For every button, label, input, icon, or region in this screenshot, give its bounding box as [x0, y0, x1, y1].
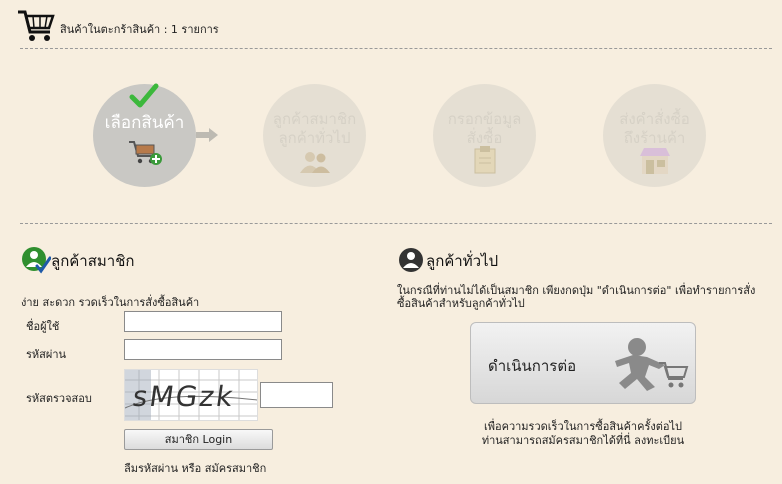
- step-label: เลือกสินค้า: [104, 113, 185, 133]
- check-icon: [129, 83, 159, 108]
- cart-count-text: สินค้าในตะกร้าสินค้า : 1 รายการ: [60, 23, 219, 36]
- password-label: รหัสผ่าน: [26, 348, 67, 361]
- divider: [20, 223, 772, 224]
- captcha-image: sMGzk: [124, 369, 258, 421]
- step-send-order: ส่งคำสั่งซื้อ ถึงร้านค้า: [603, 84, 706, 187]
- continue-button-label: ดำเนินการต่อ: [488, 357, 577, 375]
- cart-add-icon: [128, 141, 162, 165]
- shopping-cart-icon: [18, 10, 55, 41]
- step-customer-type: ลูกค้าสมาชิก ลูกค้าทั่วไป: [263, 84, 366, 187]
- member-login-button[interactable]: สมาชิก Login: [124, 429, 273, 450]
- register-note-line1: เพื่อความรวดเร็วในการซื้อสินค้าครั้งต่อไ…: [483, 420, 683, 433]
- username-label: ชื่อผู้ใช้: [26, 320, 60, 333]
- captcha-input[interactable]: [260, 382, 333, 408]
- member-user-check-icon: [22, 247, 51, 274]
- step-select-product: เลือกสินค้า: [93, 83, 196, 187]
- member-subtitle: ง่าย สะดวก รวดเร็วในการสั่งซื้อสินค้า: [21, 296, 200, 309]
- captcha-label: รหัสตรวจสอบ: [26, 392, 92, 405]
- register-note: เพื่อความรวดเร็วในการซื้อสินค้าครั้งต่อไ…: [460, 420, 706, 448]
- guest-description-line2: ซื้อสินค้าสำหรับลูกค้าทั่วไป: [397, 297, 525, 310]
- divider: [20, 48, 772, 49]
- step-label: ลูกค้าสมาชิก ลูกค้าทั่วไป: [272, 110, 357, 147]
- password-input[interactable]: [124, 339, 282, 360]
- continue-button[interactable]: ดำเนินการต่อ: [470, 322, 696, 404]
- clipboard-icon: [474, 146, 495, 174]
- step-label: ส่งคำสั่งซื้อ ถึงร้านค้า: [619, 110, 690, 147]
- register-link[interactable]: ท่านสามารถสมัครสมาชิกได้ที่นี่ ลงทะเบียน: [460, 434, 706, 448]
- forgot-register-link[interactable]: ลืมรหัสผ่าน หรือ สมัครสมาชิก: [124, 459, 266, 477]
- running-cart-icon: [615, 338, 689, 391]
- customers-icon: [299, 152, 330, 173]
- step-label: กรอกข้อมูล สั่งซื้อ: [447, 110, 522, 147]
- captcha-text: sMGzk: [130, 380, 237, 413]
- guest-title: ลูกค้าทั่วไป: [426, 252, 499, 270]
- username-input[interactable]: [124, 311, 282, 332]
- step-fill-info: กรอกข้อมูล สั่งซื้อ: [433, 84, 536, 187]
- store-icon: [639, 148, 670, 174]
- member-title: ลูกค้าสมาชิก: [51, 252, 135, 270]
- guest-user-icon: [399, 248, 423, 272]
- arrow-right-icon: [196, 128, 218, 142]
